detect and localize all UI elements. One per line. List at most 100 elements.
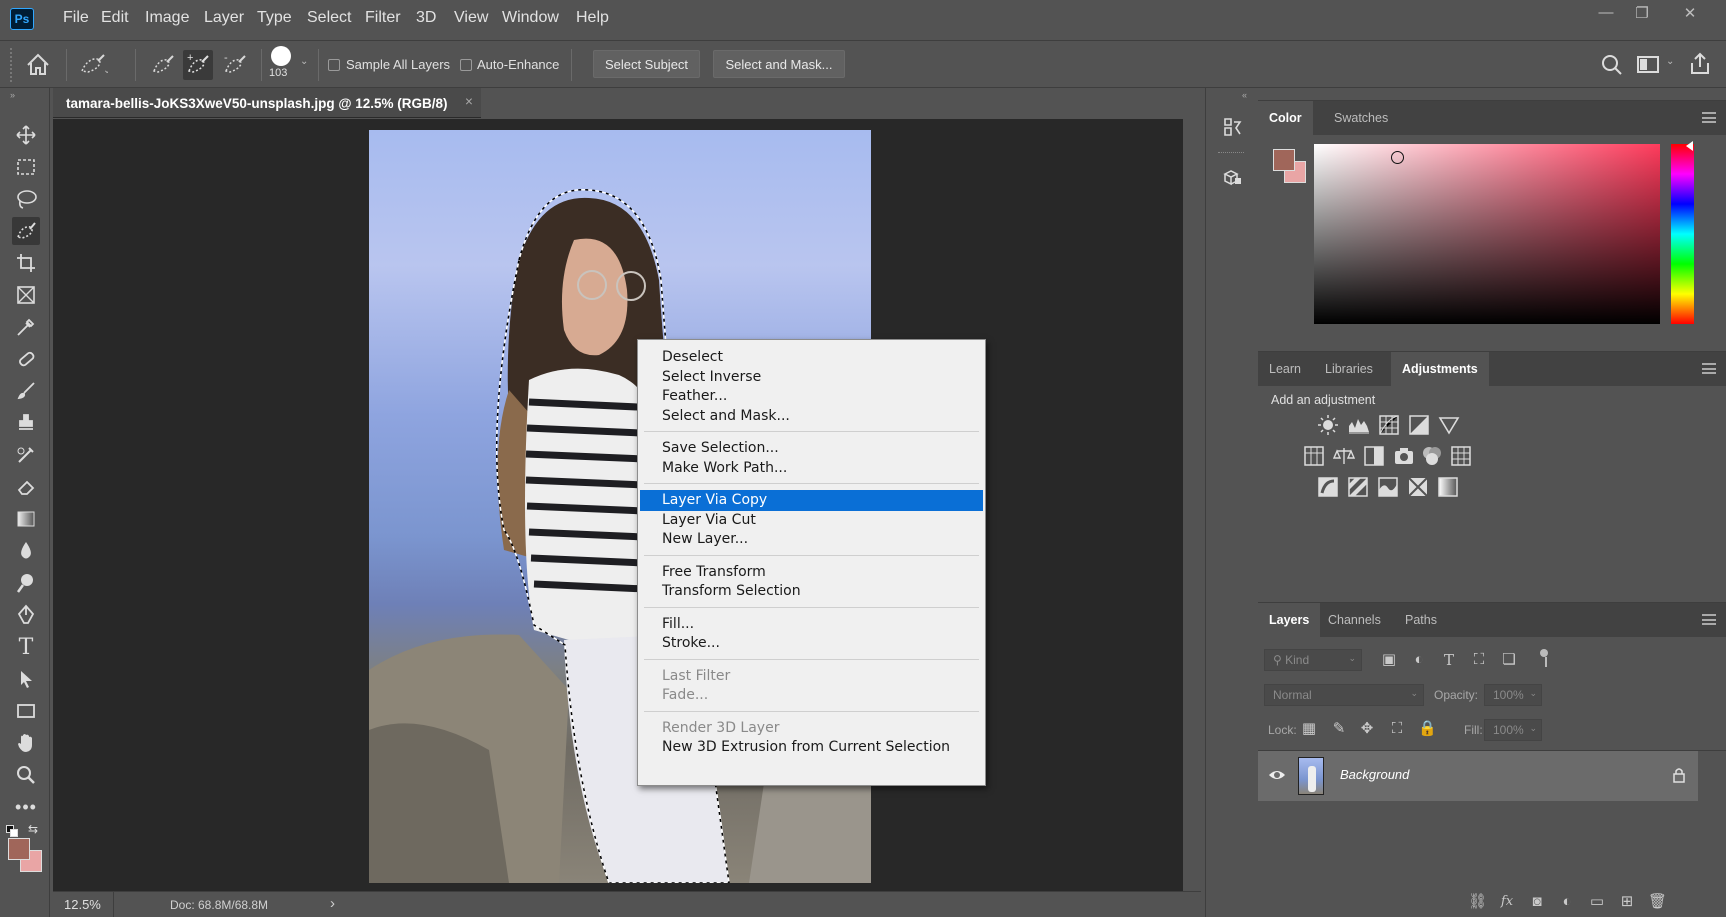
context-menu-item[interactable]: Stroke... <box>638 633 985 654</box>
menu-window[interactable]: Window <box>502 9 559 27</box>
quick-selection-tool-icon[interactable] <box>12 217 40 245</box>
context-menu-item[interactable]: New Layer... <box>638 529 985 550</box>
lasso-tool-icon[interactable] <box>12 185 40 213</box>
layer-filter-kind[interactable]: ⚲ Kind ⌄ <box>1264 649 1362 671</box>
context-menu-item[interactable]: Make Work Path... <box>638 458 985 479</box>
document-tab[interactable]: tamara-bellis-JoKS3XweV50-unsplash.jpg @… <box>53 88 481 118</box>
subtract-from-selection-icon[interactable]: - <box>222 53 248 77</box>
context-menu-item[interactable]: Save Selection... <box>638 438 985 459</box>
curves-icon[interactable] <box>1378 414 1400 436</box>
hue-slider-handle[interactable] <box>1686 141 1693 151</box>
link-layers-icon[interactable]: ⛓ <box>1468 893 1487 911</box>
default-colors-icon[interactable] <box>6 825 18 837</box>
quick-selection-preset-icon[interactable]: ⌄ <box>78 53 108 77</box>
context-menu-item[interactable]: Fill... <box>638 614 985 635</box>
filter-pixel-icon[interactable]: ▣ <box>1380 651 1398 669</box>
eraser-tool-icon[interactable] <box>12 473 40 501</box>
posterize-icon[interactable] <box>1347 476 1369 498</box>
search-icon[interactable] <box>1600 53 1624 77</box>
select-and-mask-button[interactable]: Select and Mask... <box>713 50 845 78</box>
chevron-down-icon[interactable]: ⌄ <box>300 56 308 67</box>
context-menu-item[interactable]: Layer Via Copy <box>640 490 983 511</box>
tab-channels[interactable]: Channels <box>1317 603 1392 637</box>
collapse-icon[interactable]: « <box>1242 90 1247 100</box>
opacity-input[interactable]: 100% ⌄ <box>1484 684 1542 706</box>
healing-brush-tool-icon[interactable] <box>12 345 40 373</box>
vibrance-icon[interactable] <box>1438 414 1460 436</box>
new-selection-icon[interactable] <box>150 53 176 77</box>
menu-image[interactable]: Image <box>145 9 189 27</box>
black-white-icon[interactable] <box>1363 445 1385 467</box>
workspace-icon[interactable] <box>1636 54 1662 76</box>
sample-all-layers-checkbox[interactable] <box>328 59 340 71</box>
tab-adjustments[interactable]: Adjustments <box>1391 352 1489 386</box>
history-panel-icon[interactable] <box>1221 116 1243 138</box>
panel-menu-icon[interactable] <box>1702 112 1716 123</box>
select-subject-button[interactable]: Select Subject <box>593 50 700 78</box>
invert-icon[interactable] <box>1317 476 1339 498</box>
type-tool-icon[interactable]: T <box>12 633 40 661</box>
lock-artboard-icon[interactable]: ⛶ <box>1388 720 1406 738</box>
panel-menu-icon[interactable] <box>1702 363 1716 374</box>
menu-edit[interactable]: Edit <box>101 9 129 27</box>
blur-tool-icon[interactable] <box>12 537 40 565</box>
restore-icon[interactable]: ❐ <box>1630 4 1654 24</box>
stamp-tool-icon[interactable] <box>12 409 40 437</box>
menu-layer[interactable]: Layer <box>204 9 244 27</box>
rectangle-tool-icon[interactable] <box>12 697 40 725</box>
chevron-down-icon[interactable]: ⌄ <box>1666 56 1674 67</box>
history-brush-tool-icon[interactable] <box>12 441 40 469</box>
hue-slider[interactable] <box>1671 144 1694 324</box>
crop-tool-icon[interactable] <box>12 249 40 277</box>
tab-swatches[interactable]: Swatches <box>1323 101 1399 135</box>
filter-adjustment-icon[interactable]: ◐ <box>1410 651 1428 669</box>
zoom-level[interactable]: 12.5% <box>64 897 101 912</box>
trash-icon[interactable]: 🗑 <box>1648 893 1667 911</box>
color-picker-field[interactable] <box>1314 144 1660 324</box>
tab-paths[interactable]: Paths <box>1394 603 1448 637</box>
tab-libraries[interactable]: Libraries <box>1314 352 1384 386</box>
lock-all-icon[interactable]: 🔒 <box>1418 720 1437 738</box>
dodge-tool-icon[interactable] <box>12 569 40 597</box>
gradient-tool-icon[interactable] <box>12 505 40 533</box>
brush-tool-icon[interactable] <box>12 377 40 405</box>
layer-style-icon[interactable]: fx <box>1498 893 1516 911</box>
context-menu-item[interactable]: Layer Via Cut <box>638 510 985 531</box>
selective-color-icon[interactable] <box>1407 476 1429 498</box>
context-menu-item[interactable]: Feather... <box>638 386 985 407</box>
filter-shape-icon[interactable]: ⛶ <box>1470 651 1488 669</box>
lock-transparent-pixels-icon[interactable]: ▦ <box>1300 720 1318 738</box>
blend-mode-select[interactable]: Normal ⌄ <box>1264 684 1424 706</box>
new-adjustment-layer-icon[interactable]: ◐ <box>1558 893 1576 911</box>
move-tool-icon[interactable] <box>12 121 40 149</box>
frame-tool-icon[interactable] <box>12 281 40 309</box>
new-layer-icon[interactable]: ⊞ <box>1618 893 1636 911</box>
context-menu-item[interactable]: Free Transform <box>638 562 985 583</box>
channel-mixer-icon[interactable] <box>1421 445 1443 467</box>
more-tools-icon[interactable]: ••• <box>12 793 40 821</box>
marquee-tool-icon[interactable] <box>12 153 40 181</box>
tab-layers[interactable]: Layers <box>1258 603 1321 637</box>
status-menu-arrow[interactable]: › <box>330 895 335 912</box>
photo-filter-icon[interactable] <box>1393 445 1415 467</box>
fill-input[interactable]: 100% ⌄ <box>1484 719 1542 741</box>
menu-type[interactable]: Type <box>257 9 292 27</box>
eye-icon[interactable] <box>1268 768 1286 782</box>
auto-enhance-checkbox[interactable] <box>460 59 472 71</box>
context-menu-item[interactable]: New 3D Extrusion from Current Selection <box>638 737 985 758</box>
filter-type-icon[interactable]: T <box>1440 651 1458 669</box>
lock-image-pixels-icon[interactable]: ✎ <box>1330 720 1348 738</box>
context-menu-item[interactable]: Transform Selection <box>638 581 985 602</box>
tab-learn[interactable]: Learn <box>1258 352 1312 386</box>
menu-select[interactable]: Select <box>307 9 351 27</box>
path-selection-tool-icon[interactable] <box>12 665 40 693</box>
color-picker-marker[interactable] <box>1391 151 1404 164</box>
hand-tool-icon[interactable] <box>12 729 40 757</box>
eyedropper-tool-icon[interactable] <box>12 313 40 341</box>
minimize-icon[interactable]: — <box>1594 4 1618 24</box>
3d-panel-icon[interactable] <box>1221 166 1243 188</box>
share-icon[interactable] <box>1688 51 1714 77</box>
add-mask-icon[interactable]: ◙ <box>1528 893 1546 911</box>
vertical-scrollbar[interactable] <box>1183 119 1201 891</box>
brightness-contrast-icon[interactable] <box>1317 414 1339 436</box>
